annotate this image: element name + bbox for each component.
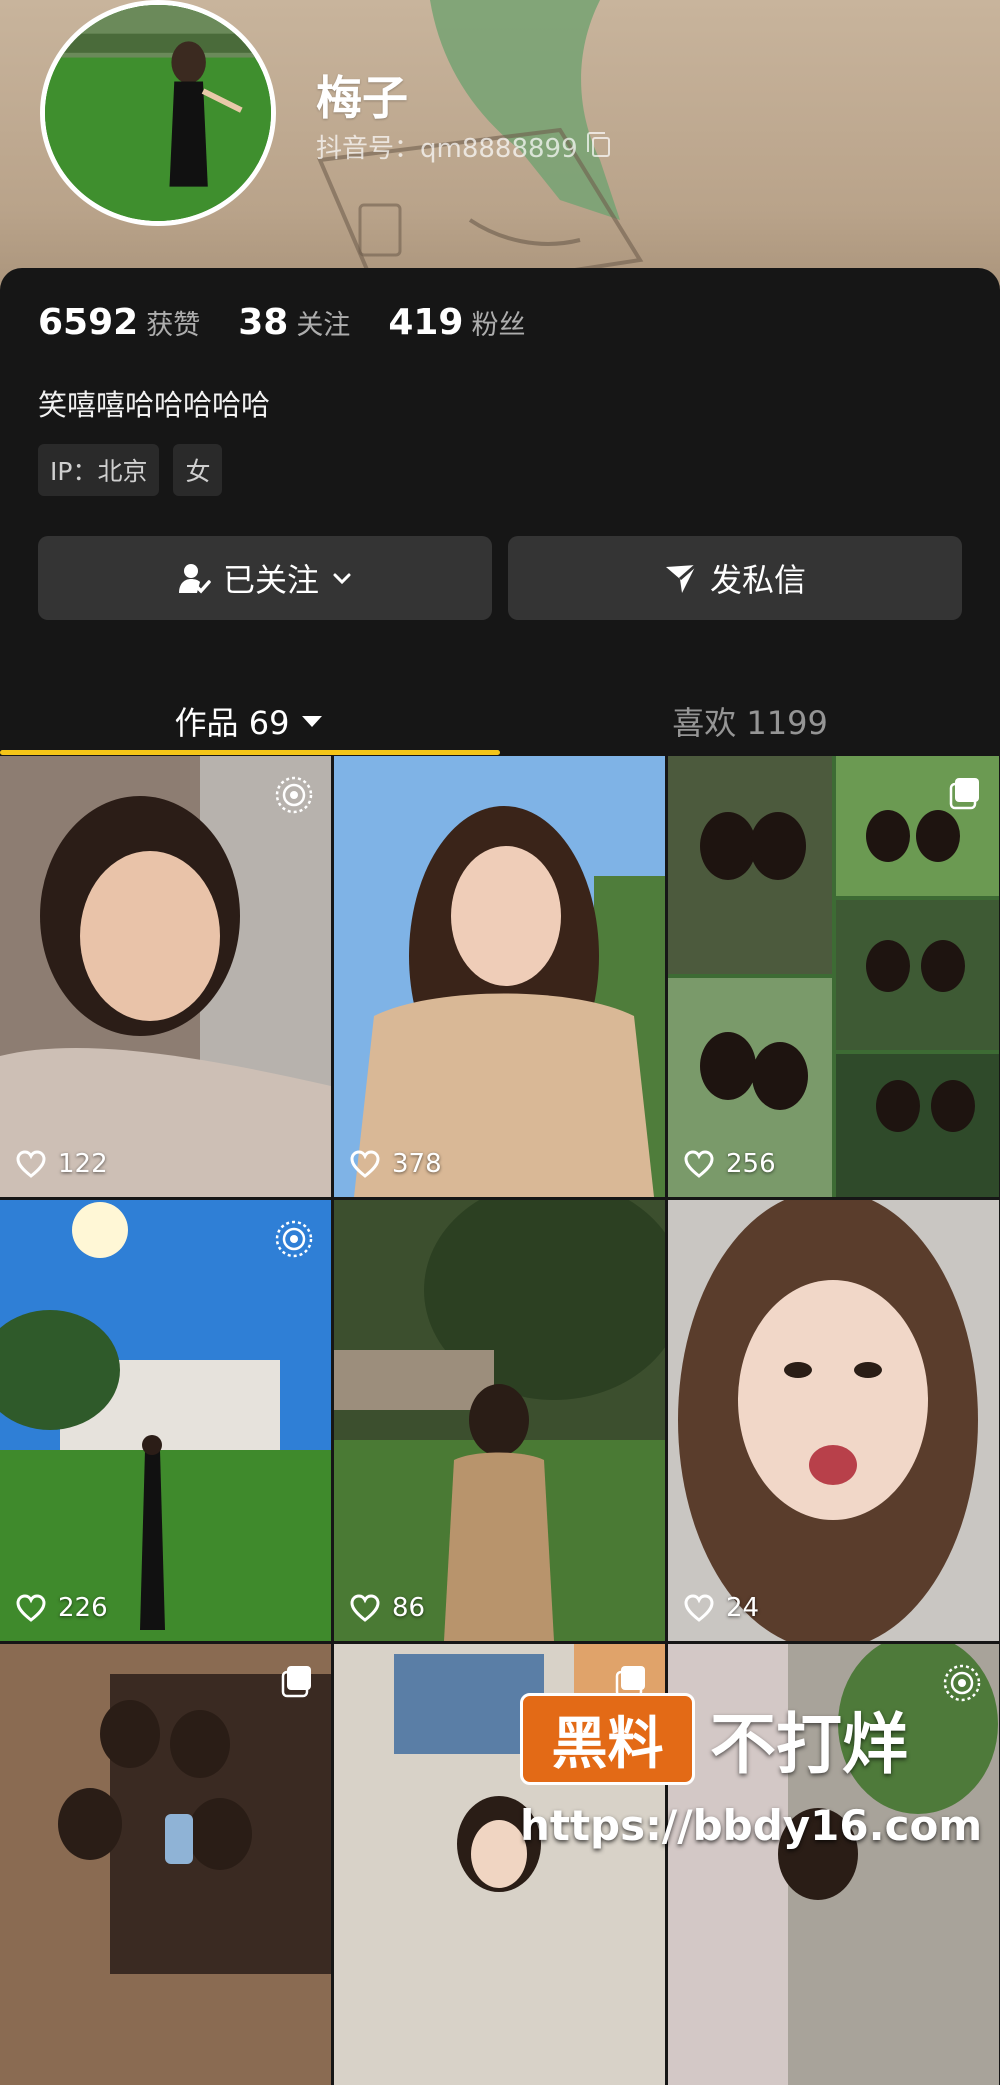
like-count-text: 86 [392,1593,426,1623]
video-thumbnail[interactable]: 122 [0,756,331,1197]
watermark-logo: 黑料 [520,1693,695,1785]
watermark-slogan: 不打烊 [710,1706,908,1783]
like-count-text: 256 [726,1149,776,1179]
followed-label: 已关注 [222,561,319,599]
like-count: 378 [350,1149,442,1179]
send-message-label: 发私信 [709,561,806,599]
video-thumbnail[interactable]: 378 [334,756,665,1197]
like-count: 226 [16,1593,108,1623]
live-photo-icon [273,774,315,816]
video-thumbnail[interactable]: 24 [668,1200,999,1641]
gallery-icon [945,774,983,812]
caret-down-icon [302,716,323,727]
stat-number: 6592 [38,302,139,343]
send-icon [665,563,697,593]
like-count-text: 226 [58,1593,108,1623]
avatar[interactable] [40,0,276,226]
copy-icon[interactable] [586,131,610,157]
live-photo-icon [273,1218,315,1260]
watermark-url: https://bbdy16.com [520,1801,983,1850]
heart-icon [350,1594,380,1622]
video-thumbnail[interactable]: 256 [668,756,999,1197]
stats-row: 6592 获赞 38 关注 419 粉丝 [38,302,525,343]
profile-name: 梅子 [316,71,408,125]
followed-button[interactable]: 已关注 [38,536,492,620]
tab-works-label: 作品 69 [174,704,290,742]
user-check-icon [178,564,211,594]
site-watermark: 黑料 不打烊 https://bbdy16.com [520,1693,983,1883]
douyin-id-text: 抖音号：qm8888899 [316,134,578,164]
stat-label: 粉丝 [471,310,526,341]
stat-label: 关注 [296,310,351,341]
like-count: 256 [684,1149,776,1179]
heart-icon [684,1594,714,1622]
video-thumbnail[interactable] [0,1644,331,2085]
send-message-button[interactable]: 发私信 [508,536,962,620]
chevron-down-icon [333,573,351,585]
stat-number: 419 [388,302,464,343]
douyin-id[interactable]: 抖音号：qm8888899 [316,128,610,165]
stat-number: 38 [238,302,289,343]
like-count: 122 [16,1149,108,1179]
stat-following[interactable]: 38 关注 [238,302,350,343]
like-count-text: 24 [726,1593,760,1623]
stat-label: 获赞 [146,310,201,341]
like-count: 24 [684,1593,759,1623]
ip-location-tag: IP：北京 [38,444,160,496]
like-count-text: 122 [58,1149,108,1179]
stat-followers[interactable]: 419 粉丝 [388,302,525,343]
profile-tags: IP：北京 女 [38,444,223,496]
stat-likes: 6592 获赞 [38,302,200,343]
like-count-text: 378 [392,1149,442,1179]
gender-tag: 女 [173,444,223,496]
heart-icon [350,1150,380,1178]
profile-card: 6592 获赞 38 关注 419 粉丝 笑嘻嘻哈哈哈哈哈 IP：北京 女 已关… [0,268,1000,2085]
heart-icon [16,1594,46,1622]
gallery-icon [277,1662,315,1700]
heart-icon [16,1150,46,1178]
profile-bio: 笑嘻嘻哈哈哈哈哈 [38,388,271,422]
like-count: 86 [350,1593,425,1623]
tab-likes-label: 喜欢 1199 [672,704,828,742]
tab-likes[interactable]: 喜欢 1199 [500,676,1000,766]
heart-icon [684,1150,714,1178]
active-tab-indicator [0,750,500,755]
video-thumbnail[interactable]: 86 [334,1200,665,1641]
video-thumbnail[interactable]: 226 [0,1200,331,1641]
